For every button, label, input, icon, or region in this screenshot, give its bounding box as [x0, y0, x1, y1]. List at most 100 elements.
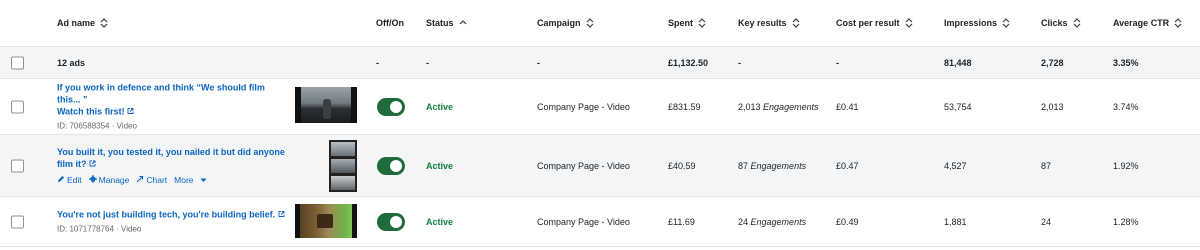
external-link-icon[interactable] [278, 210, 285, 219]
table-row: You're not just building tech, you're bu… [0, 197, 1200, 247]
sort-arrows-icon[interactable] [698, 18, 706, 28]
key-results-value: 24 [738, 216, 749, 227]
column-header-label: Cost per result [836, 18, 900, 28]
ad-name-line: film it? [57, 158, 87, 169]
cost-per-result-cell: £0.41 [836, 101, 859, 112]
column-header-cost-per-result[interactable]: Cost per result [836, 17, 913, 29]
external-link-icon[interactable] [127, 107, 134, 116]
ad-name-cell: If you work in defence and think “We sho… [57, 81, 289, 132]
column-header-label: Campaign [537, 18, 581, 28]
column-header-key-results[interactable]: Key results [738, 17, 800, 29]
video-thumbnail[interactable] [295, 204, 357, 238]
select-all-checkbox[interactable] [11, 56, 24, 69]
ad-on-off-toggle[interactable] [377, 212, 405, 231]
sort-ascending-icon[interactable] [459, 19, 467, 27]
edit-action[interactable]: Edit [57, 174, 82, 186]
column-header-label: Impressions [944, 18, 998, 28]
gear-icon [88, 174, 97, 186]
campaign-cell: Company Page - Video [537, 101, 630, 112]
ad-id-label: ID: 706588354 · Video [57, 121, 137, 130]
summary-campaign: - [537, 57, 540, 68]
pencil-icon [57, 174, 65, 186]
sort-arrows-icon[interactable] [905, 18, 913, 28]
key-results-value: 2,013 [738, 101, 761, 112]
summary-status: - [426, 57, 429, 68]
more-menu[interactable]: More [174, 174, 207, 186]
ad-name-link[interactable]: You're not just building tech, you're bu… [57, 208, 289, 221]
column-header-spent[interactable]: Spent [668, 17, 706, 29]
summary-key-results: - [738, 57, 741, 68]
ad-name-link[interactable]: If you work in defence and think “We sho… [57, 81, 289, 118]
column-header-clicks[interactable]: Clicks [1041, 17, 1081, 29]
ad-name-cell: You built it, you tested it, you nailed … [57, 146, 319, 186]
campaign-cell: Company Page - Video [537, 216, 630, 227]
ad-name-line: Watch this first! [57, 106, 125, 116]
column-header-off-on: Off/On [376, 17, 404, 29]
column-header-label: Average CTR [1113, 18, 1170, 28]
ad-on-off-toggle[interactable] [377, 97, 405, 116]
spent-cell: £11.69 [668, 216, 695, 227]
ad-name-line: You're not just building tech, you're bu… [57, 209, 276, 219]
ad-name-line: You built it, you tested it, you nailed … [57, 146, 285, 157]
ad-name-line: If you work in defence and think “We sho… [57, 82, 265, 104]
column-header-label: Spent [668, 18, 694, 28]
key-results-label: Engagements [750, 160, 807, 171]
toggle-knob [390, 215, 402, 228]
row-checkbox[interactable] [11, 215, 24, 228]
table-header: Ad name Off/On Status Campaign Spent Key… [0, 0, 1200, 47]
column-header-average-ctr[interactable]: Average CTR [1113, 17, 1182, 29]
clicks-cell: 2,013 [1041, 101, 1064, 112]
ad-on-off-toggle[interactable] [377, 156, 405, 175]
status-badge: Active [426, 160, 454, 171]
summary-clicks: 2,728 [1041, 57, 1064, 68]
key-results-value: 87 [738, 160, 749, 171]
chart-action[interactable]: Chart [136, 174, 167, 186]
manage-label: Manage [98, 174, 130, 185]
impressions-cell: 4,527 [944, 160, 967, 171]
summary-cost-per-result: - [836, 57, 839, 68]
key-results-cell: 2,013 Engagements [738, 101, 819, 113]
row-checkbox[interactable] [11, 159, 24, 172]
column-header-label: Off/On [376, 18, 404, 28]
status-badge: Active [426, 216, 454, 227]
toggle-knob [390, 159, 402, 172]
toggle-knob [390, 100, 402, 113]
summary-average-ctr: 3.35% [1113, 57, 1139, 68]
ad-name-link[interactable]: You built it, you tested it, you nailed … [57, 146, 319, 171]
video-thumbnail[interactable] [295, 87, 357, 123]
table-row: If you work in defence and think “We sho… [0, 79, 1200, 135]
chart-label: Chart [146, 174, 168, 185]
column-header-ad-name[interactable]: Ad name [57, 17, 108, 29]
ads-table: Ad name Off/On Status Campaign Spent Key… [0, 0, 1200, 250]
sort-arrows-icon[interactable] [792, 18, 800, 28]
row-actions: Edit Manage Chart More [57, 174, 319, 186]
ad-name-cell: You're not just building tech, you're bu… [57, 208, 289, 235]
clicks-cell: 87 [1041, 160, 1052, 171]
sort-arrows-icon[interactable] [100, 18, 108, 28]
external-link-icon[interactable] [89, 160, 96, 169]
sort-arrows-icon[interactable] [1174, 18, 1182, 28]
sort-arrows-icon[interactable] [1002, 18, 1010, 28]
trend-icon [136, 174, 144, 186]
ad-id-label: ID: 1071778764 · Video [57, 224, 142, 233]
key-results-cell: 24 Engagements [738, 216, 806, 228]
cost-per-result-cell: £0.49 [836, 216, 859, 227]
manage-action[interactable]: Manage [88, 174, 130, 186]
average-ctr-cell: 1.28% [1113, 216, 1139, 227]
column-header-impressions[interactable]: Impressions [944, 17, 1010, 29]
cost-per-result-cell: £0.47 [836, 160, 859, 171]
column-header-campaign[interactable]: Campaign [537, 17, 594, 29]
sort-arrows-icon[interactable] [1073, 18, 1081, 28]
sort-arrows-icon[interactable] [586, 18, 594, 28]
video-thumbnail[interactable] [329, 140, 357, 192]
summary-row: 12 ads - - - £1,132.50 - - 81,448 2,728 … [0, 47, 1200, 79]
impressions-cell: 53,754 [944, 101, 972, 112]
column-header-label: Ad name [57, 18, 96, 28]
key-results-label: Engagements [750, 216, 807, 227]
column-header-status[interactable]: Status [426, 17, 467, 29]
summary-off-on: - [376, 57, 379, 68]
key-results-cell: 87 Engagements [738, 160, 806, 172]
column-header-label: Clicks [1041, 18, 1068, 28]
row-checkbox[interactable] [11, 100, 24, 113]
impressions-cell: 1,881 [944, 216, 967, 227]
